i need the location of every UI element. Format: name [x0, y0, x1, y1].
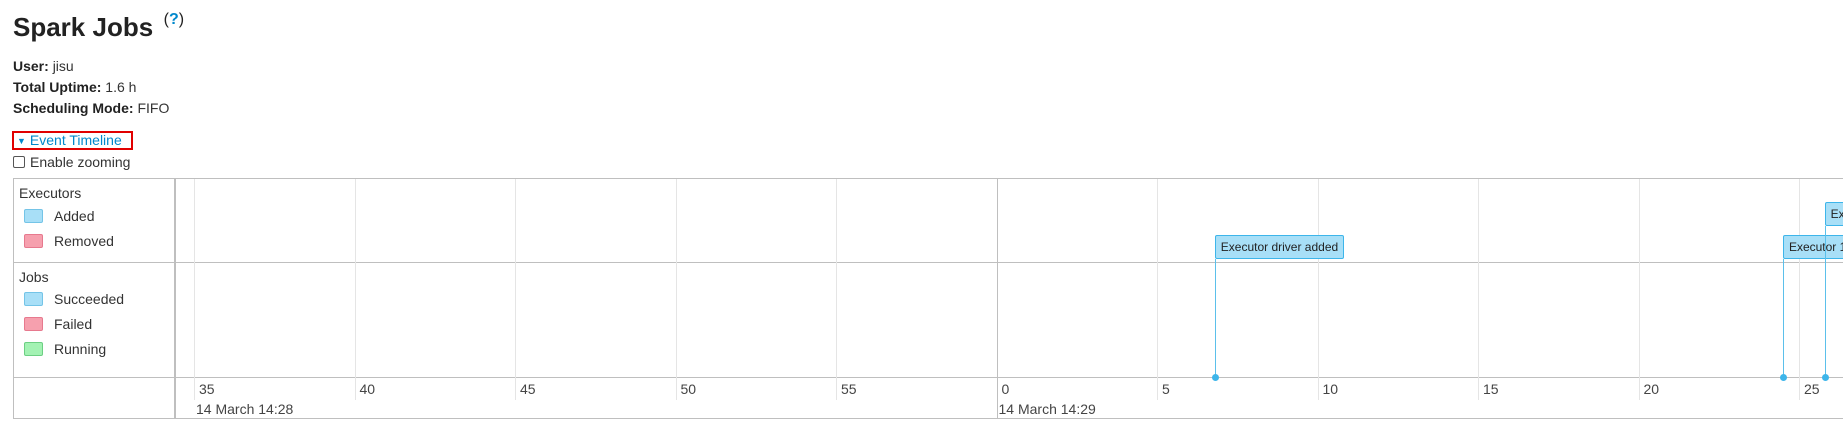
legend-removed-label: Removed — [54, 233, 114, 249]
legend-failed-label: Failed — [54, 316, 93, 332]
executors-group-title: Executors — [19, 185, 82, 201]
axis-tick-label: 40 — [359, 381, 376, 397]
uptime-row: Total Uptime: 1.6 h — [13, 77, 169, 98]
event-timeline[interactable]: Executors Added Removed Jobs Succeeded F… — [13, 178, 1843, 419]
axis-tick-label: 25 — [1804, 381, 1820, 397]
legend-added: Added — [24, 208, 94, 224]
event-timeline-toggle[interactable]: ▼ Event Timeline — [12, 131, 133, 150]
enable-zooming-label[interactable]: Enable zooming — [30, 154, 130, 170]
axis-tick-label: 0 — [1001, 381, 1010, 397]
grid-line — [836, 179, 837, 400]
axis-major-label: 14 March 14:28 — [196, 401, 294, 417]
event-stem — [1214, 259, 1216, 377]
grid-line — [515, 179, 516, 400]
help-link[interactable]: (?) — [164, 11, 184, 28]
grid-line — [1799, 179, 1800, 400]
grid-line — [194, 179, 195, 400]
succeeded-swatch — [24, 292, 43, 306]
scheduling-label: Scheduling Mode: — [13, 100, 134, 116]
legend-running-label: Running — [54, 341, 107, 357]
axis-tick-label: 50 — [680, 381, 697, 397]
failed-swatch — [24, 317, 43, 331]
axis-major-label: 14 March 14:29 — [998, 401, 1096, 417]
legend-running: Running — [24, 341, 106, 357]
grid-line — [996, 179, 998, 418]
event-dot[interactable] — [1821, 374, 1829, 381]
jobs-group-title: Jobs — [19, 269, 49, 285]
legend-removed: Removed — [24, 233, 114, 249]
grid-line — [1478, 179, 1479, 400]
executor-event-box[interactable]: Exe — [1824, 202, 1843, 226]
uptime-label: Total Uptime: — [13, 79, 102, 95]
axis-separator — [176, 377, 1843, 378]
legend-added-label: Added — [54, 208, 95, 224]
legend-axis-spacer — [14, 377, 175, 418]
user-row: User: jisu — [13, 56, 169, 77]
legend-failed: Failed — [24, 316, 92, 332]
axis-tick-label: 55 — [841, 381, 857, 397]
grid-line — [1157, 179, 1158, 400]
enable-zooming-control[interactable]: Enable zooming — [13, 154, 130, 170]
grid-line — [1638, 179, 1640, 400]
jobs-legend: Jobs Succeeded Failed Running — [14, 263, 175, 377]
uptime-value: 1.6 h — [105, 79, 137, 95]
summary-info: User: jisu Total Uptime: 1.6 h Schedulin… — [13, 56, 169, 119]
axis-tick-label: 35 — [199, 381, 215, 397]
event-stem — [1824, 226, 1826, 377]
axis-tick-label: 15 — [1483, 381, 1499, 397]
event-timeline-label[interactable]: Event Timeline — [30, 132, 122, 148]
executors-legend: Executors Added Removed — [14, 179, 175, 263]
removed-swatch — [24, 234, 43, 248]
event-dot[interactable] — [1779, 374, 1787, 381]
axis-tick-label: 45 — [520, 381, 536, 397]
user-value: jisu — [52, 58, 74, 74]
help-close-paren: ) — [178, 11, 185, 28]
scheduling-value: FIFO — [137, 100, 170, 116]
user-label: User: — [13, 58, 49, 74]
legend-succeeded: Succeeded — [24, 291, 124, 307]
grid-line — [675, 179, 677, 400]
legend-succeeded-label: Succeeded — [54, 291, 125, 307]
axis-tick-label: 5 — [1162, 381, 1170, 397]
running-swatch — [24, 342, 43, 356]
page-title: Spark Jobs — [13, 12, 154, 42]
event-dot[interactable] — [1211, 374, 1219, 381]
help-icon[interactable]: ? — [169, 11, 179, 28]
page-header: Spark Jobs (?) — [13, 11, 184, 43]
timeline-chart[interactable]: 35 40 45 50 55 0 5 10 15 20 25 14 March 14:28 14 Mar… — [175, 179, 1843, 418]
event-stem — [1782, 259, 1784, 377]
executor-event-box[interactable]: Executor 1 — [1782, 235, 1843, 259]
grid-line — [1317, 179, 1319, 400]
axis-tick-label: 20 — [1643, 381, 1660, 397]
enable-zooming-checkbox[interactable] — [13, 156, 25, 168]
caret-down-icon: ▼ — [17, 136, 26, 146]
band-separator — [176, 262, 1843, 263]
axis-tick-label: 10 — [1322, 381, 1339, 397]
scheduling-row: Scheduling Mode: FIFO — [13, 98, 169, 119]
added-swatch — [24, 209, 43, 223]
executor-event-box[interactable]: Executor driver added — [1214, 235, 1345, 259]
grid-line — [354, 179, 356, 400]
